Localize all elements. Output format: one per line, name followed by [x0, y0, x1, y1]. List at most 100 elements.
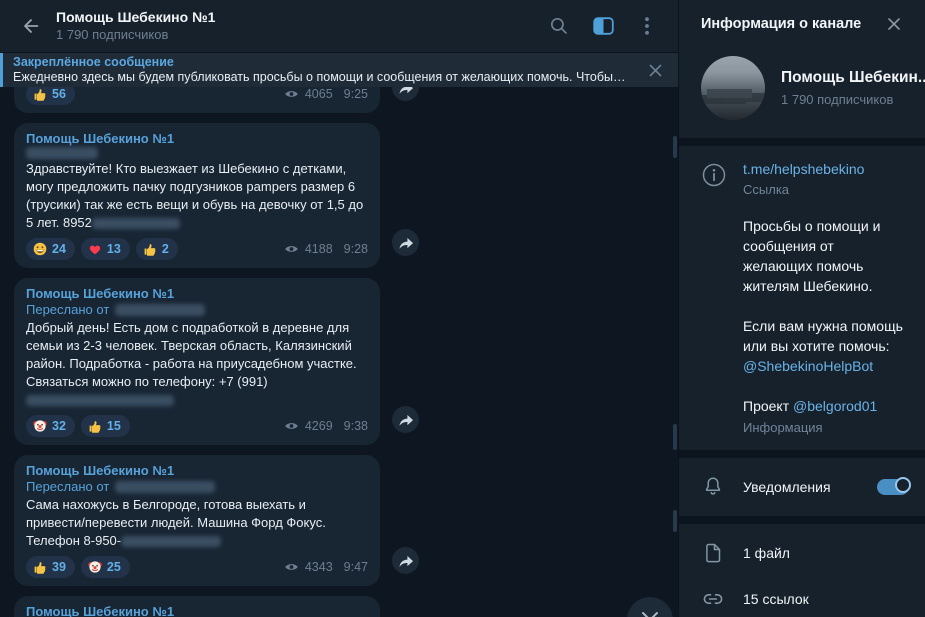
reaction-chip[interactable]: 24 [26, 238, 75, 260]
panel-title: Информация о канале [701, 16, 879, 32]
panel-header: Информация о канале [679, 0, 925, 48]
message-author[interactable]: Помощь Шебекино №1 [26, 130, 368, 147]
reaction-count: 39 [52, 560, 66, 574]
description-paragraph: Проект @belgorod01 [743, 396, 907, 416]
redacted-phone [92, 218, 180, 229]
toggle-knob [895, 477, 911, 493]
back-button[interactable] [14, 9, 48, 43]
channel-avatar[interactable] [701, 56, 765, 120]
reaction-chip[interactable]: 13 [81, 238, 130, 260]
chat-scrollbar[interactable] [673, 136, 677, 158]
menu-button[interactable] [630, 9, 664, 43]
thumb-emoji-icon [33, 87, 47, 101]
reaction-chip[interactable]: 15 [81, 415, 130, 437]
reaction-count: 2 [162, 242, 169, 256]
message-author[interactable]: Помощь Шебекино №1 [26, 462, 368, 479]
share-arrow-icon [398, 235, 414, 251]
search-icon [549, 16, 569, 36]
reaction-chip[interactable]: 2 [136, 238, 178, 260]
reaction-count: 32 [52, 419, 66, 433]
file-icon [701, 541, 725, 565]
message-time: 9:25 [344, 87, 368, 101]
message-text: Сама нахожусь в Белгороде, готова выехат… [26, 496, 368, 550]
message-row: Помощь Шебекино №1 Переслано от Приглаша… [14, 596, 678, 617]
back-arrow-icon [20, 15, 42, 37]
description-paragraph: Просьбы о помощи и сообщения от желающих… [743, 216, 907, 296]
pinned-label: Закреплённое сообщение [13, 55, 628, 70]
share-arrow-icon [398, 412, 414, 428]
chat-title-block[interactable]: Помощь Шебекино №1 1 790 подписчиков [56, 9, 542, 43]
reaction-chip[interactable]: 25 [81, 556, 130, 578]
views-count: 4065 [305, 87, 333, 101]
message-meta: 4188 9:28 [284, 242, 368, 256]
pinned-message-bar[interactable]: Закреплённое сообщение Ежедневно здесь м… [0, 52, 678, 87]
notifications-label: Уведомления [743, 479, 877, 495]
grin-emoji-icon [33, 242, 47, 256]
views-eye-icon [284, 244, 299, 254]
reaction-count: 25 [107, 560, 121, 574]
chat-title: Помощь Шебекино №1 [56, 9, 542, 26]
message-author[interactable]: Помощь Шебекино №1 [26, 603, 368, 617]
message-list: 56 4065 9:25 [0, 87, 678, 617]
kebab-menu-icon [645, 17, 649, 35]
redacted-sender [26, 147, 98, 159]
channel-name: Помощь Шебекин... [781, 68, 909, 88]
clown-emoji-icon [33, 419, 47, 433]
pinned-close-button[interactable] [638, 53, 672, 87]
toggle-panel-button[interactable] [586, 9, 620, 43]
notifications-section: Уведомления [679, 458, 925, 516]
notifications-row[interactable]: Уведомления [679, 464, 925, 510]
links-row[interactable]: 15 ссылок [679, 576, 925, 617]
share-arrow-icon [398, 87, 414, 96]
reaction-chip[interactable]: 56 [26, 87, 75, 105]
info-icon [701, 162, 727, 188]
message-bubble[interactable]: Помощь Шебекино №1 Переслано от Сама нах… [14, 455, 380, 586]
link-icon [701, 587, 725, 611]
header-actions [542, 9, 664, 43]
chat-header: Помощь Шебекино №1 1 790 подписчиков [0, 0, 678, 52]
forwarded-from-line: Переслано от [26, 302, 368, 318]
message-text: Здравствуйте! Кто выезжает из Шебекино с… [26, 160, 368, 232]
views-eye-icon [284, 562, 299, 572]
bot-link[interactable]: @ShebekinoHelpBot [743, 358, 873, 374]
redacted-phone [121, 536, 221, 547]
files-row[interactable]: 1 файл [679, 530, 925, 576]
channel-link[interactable]: t.me/helpshebekino [743, 160, 864, 178]
close-icon [886, 16, 902, 32]
message-bubble[interactable]: 56 4065 9:25 [14, 87, 380, 113]
message-bubble[interactable]: Помощь Шебекино №1 Переслано от Добрый д… [14, 278, 380, 445]
heart-emoji-icon [88, 242, 102, 256]
search-button[interactable] [542, 9, 576, 43]
section-divider [679, 450, 925, 458]
description-label: Информация [743, 418, 907, 438]
message-row: Помощь Шебекино №1 Здравствуйте! Кто вые… [14, 123, 678, 268]
pinned-texts: Закреплённое сообщение Ежедневно здесь м… [3, 52, 638, 88]
channel-link-label: Ссылка [743, 181, 864, 198]
thumb-emoji-icon [143, 242, 157, 256]
panel-close-button[interactable] [879, 9, 909, 39]
project-link[interactable]: @belgorod01 [793, 398, 877, 414]
chat-scrollbar[interactable] [673, 510, 677, 532]
message-bubble[interactable]: Помощь Шебекино №1 Переслано от Приглаша… [14, 596, 380, 617]
chat-scrollbar[interactable] [673, 424, 677, 450]
message-meta: 4343 9:47 [284, 560, 368, 574]
reaction-chip[interactable]: 32 [26, 415, 75, 437]
message-bubble[interactable]: Помощь Шебекино №1 Здравствуйте! Кто вые… [14, 123, 380, 268]
forward-button[interactable] [392, 547, 419, 574]
channel-description: Просьбы о помощи и сообщения от желающих… [679, 198, 925, 450]
message-author[interactable]: Помощь Шебекино №1 [26, 285, 368, 302]
forward-button[interactable] [392, 229, 419, 256]
forward-button[interactable] [392, 406, 419, 433]
forward-button[interactable] [392, 87, 419, 101]
reaction-count: 15 [107, 419, 121, 433]
reaction-count: 13 [107, 242, 121, 256]
views-count: 4269 [305, 419, 333, 433]
message-time: 9:47 [344, 560, 368, 574]
reaction-chip[interactable]: 39 [26, 556, 75, 578]
redacted-sender [115, 304, 205, 316]
share-arrow-icon [398, 553, 414, 569]
telegram-window: Помощь Шебекино №1 1 790 подписчиков [0, 0, 925, 617]
clown-emoji-icon [88, 560, 102, 574]
reaction-count: 56 [52, 87, 66, 101]
notifications-toggle[interactable] [877, 479, 909, 495]
